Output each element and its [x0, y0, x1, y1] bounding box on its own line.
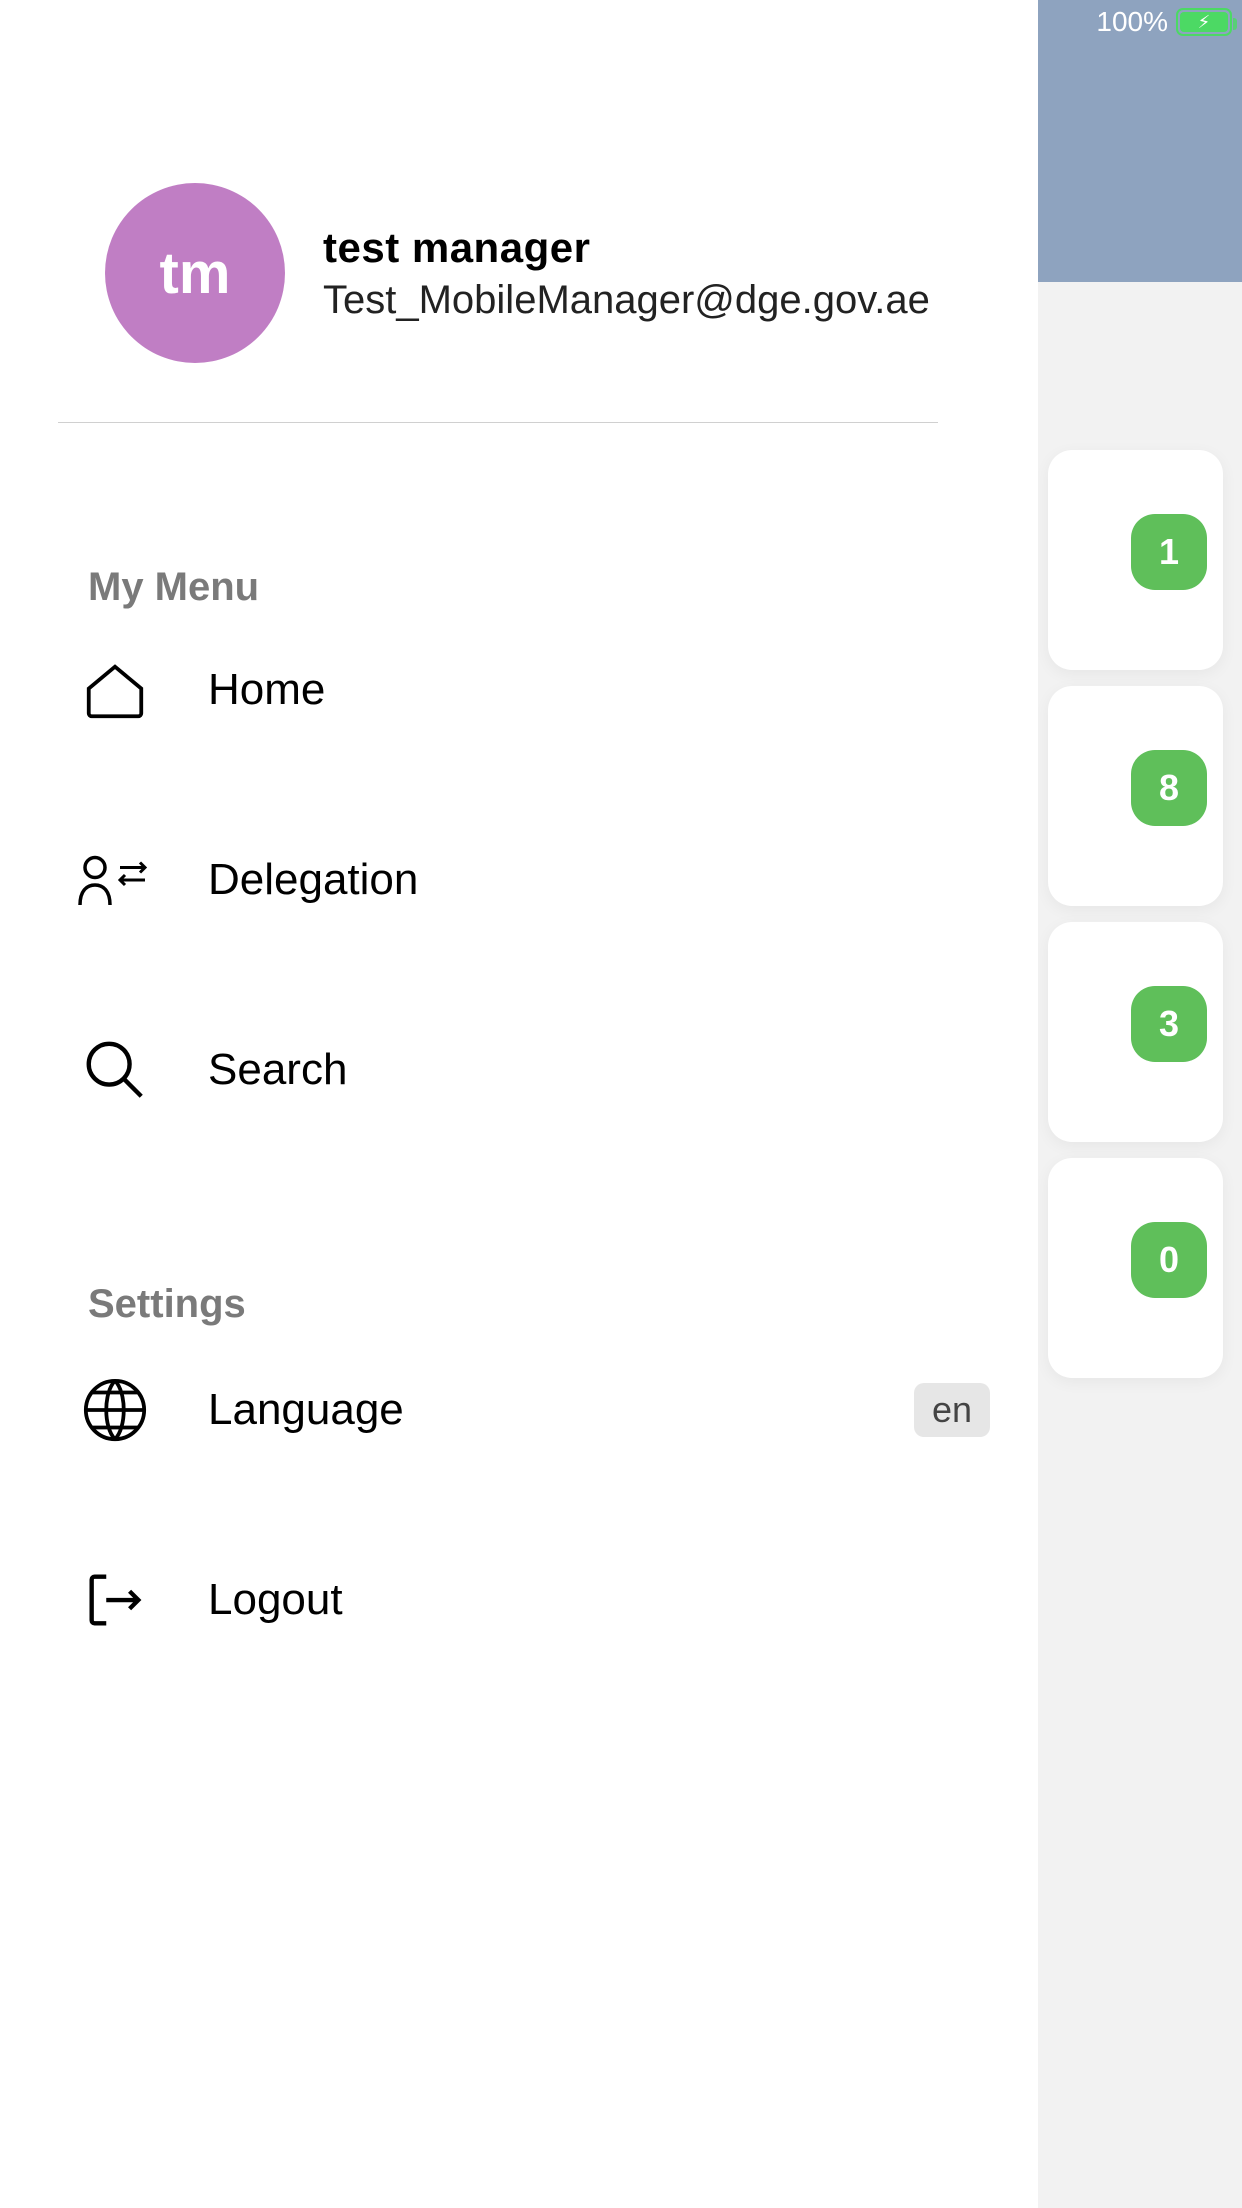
menu-item-logout[interactable]: Logout — [70, 1550, 990, 1650]
menu-label: Language — [208, 1385, 404, 1435]
count-badge: 1 — [1131, 514, 1207, 590]
menu-label: Delegation — [208, 855, 418, 905]
section-title-my-menu: My Menu — [88, 565, 259, 610]
language-value-pill: en — [914, 1383, 990, 1437]
count-badge: 3 — [1131, 986, 1207, 1062]
profile-email: Test_MobileManager@dge.gov.ae — [323, 278, 930, 323]
menu-item-delegation[interactable]: Delegation — [70, 830, 990, 930]
dashboard-card-peek[interactable]: 8 — [1048, 686, 1223, 906]
search-icon — [70, 1035, 160, 1105]
avatar: tm — [105, 183, 285, 363]
globe-icon — [70, 1375, 160, 1445]
header-peek: 100% ⚡︎ — [1038, 0, 1242, 282]
section-title-settings: Settings — [88, 1282, 246, 1327]
menu-item-language[interactable]: Language en — [70, 1360, 990, 1460]
profile-text: test manager Test_MobileManager@dge.gov.… — [323, 224, 930, 323]
dashboard-card-peek[interactable]: 0 — [1048, 1158, 1223, 1378]
delegation-icon — [70, 850, 160, 910]
menu-item-search[interactable]: Search — [70, 1020, 990, 1120]
count-badge: 0 — [1131, 1222, 1207, 1298]
profile-block[interactable]: tm test manager Test_MobileManager@dge.g… — [105, 183, 930, 363]
logout-icon — [70, 1565, 160, 1635]
home-icon — [70, 655, 160, 725]
side-drawer: tm test manager Test_MobileManager@dge.g… — [0, 0, 1038, 2208]
menu-label: Search — [208, 1045, 347, 1095]
profile-name: test manager — [323, 224, 930, 272]
menu-item-home[interactable]: Home — [70, 640, 990, 740]
dashboard-card-peek[interactable]: 3 — [1048, 922, 1223, 1142]
dashboard-card-peek[interactable]: 1 — [1048, 450, 1223, 670]
status-bar: 100% ⚡︎ — [1096, 6, 1232, 38]
menu-label: Home — [208, 665, 325, 715]
battery-percent: 100% — [1096, 6, 1168, 38]
divider — [58, 422, 938, 423]
battery-icon: ⚡︎ — [1176, 8, 1232, 36]
menu-label: Logout — [208, 1575, 343, 1625]
count-badge: 8 — [1131, 750, 1207, 826]
